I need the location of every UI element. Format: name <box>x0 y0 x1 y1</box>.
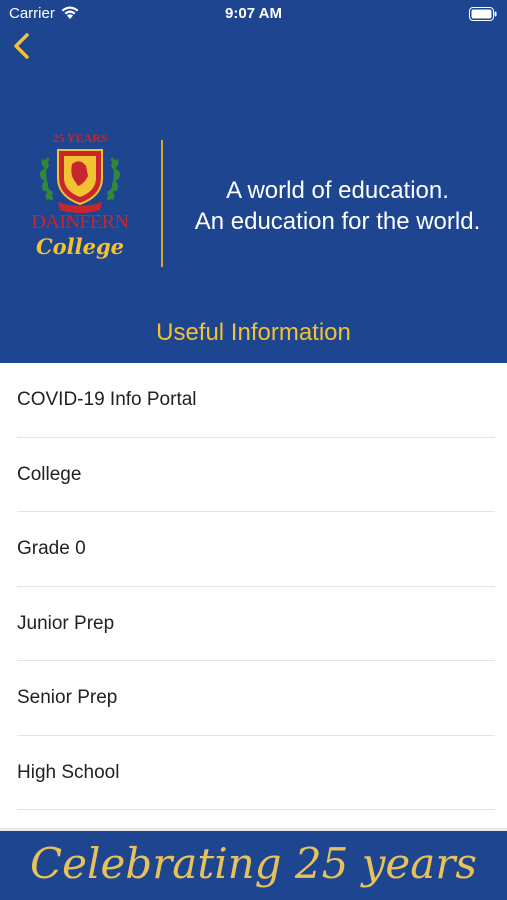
tagline: A world of education. An education for t… <box>168 175 507 237</box>
svg-text:DAINFERN: DAINFERN <box>31 211 128 233</box>
tagline-line-1: A world of education. <box>226 177 449 204</box>
list-item-label: High School <box>17 761 120 783</box>
list-item-label: Grade 0 <box>17 538 86 559</box>
header: Carrier 9:07 AM 25 YEARS DAINFERN Colleg… <box>0 0 507 363</box>
list-item-senior-prep[interactable]: Senior Prep <box>0 661 507 736</box>
footer-celebrating-text: Celebrating 25 years <box>30 839 477 888</box>
list-item-high-school[interactable]: High School <box>0 736 507 810</box>
list-item-label: College <box>17 463 82 485</box>
chevron-left-icon <box>14 33 29 59</box>
list-separator <box>17 809 495 810</box>
battery-icon <box>469 7 497 25</box>
status-bar: Carrier 9:07 AM <box>0 0 507 28</box>
list-item-covid-portal[interactable]: COVID-19 Info Portal <box>0 363 507 438</box>
svg-text:25 YEARS: 25 YEARS <box>52 131 108 145</box>
section-title: Useful Information <box>156 319 351 346</box>
tagline-line-2: An education for the world. <box>194 208 481 235</box>
list-item-college[interactable]: College <box>0 438 507 512</box>
list-item-label: Senior Prep <box>17 687 118 708</box>
list-item-label: COVID-19 Info Portal <box>17 389 197 410</box>
svg-text:College: College <box>36 234 124 259</box>
info-list: COVID-19 Info Portal College Grade 0 Jun… <box>0 363 507 810</box>
dainfern-college-logo: 25 YEARS DAINFERN College <box>18 128 143 268</box>
footer-banner: Celebrating 25 years <box>0 828 507 900</box>
list-item-label: Junior Prep <box>17 612 115 634</box>
back-button[interactable] <box>8 28 38 64</box>
list-item-junior-prep[interactable]: Junior Prep <box>0 587 507 661</box>
list-item-grade-0[interactable]: Grade 0 <box>0 512 507 587</box>
status-time: 9:07 AM <box>225 5 282 22</box>
logo-divider <box>161 140 163 267</box>
